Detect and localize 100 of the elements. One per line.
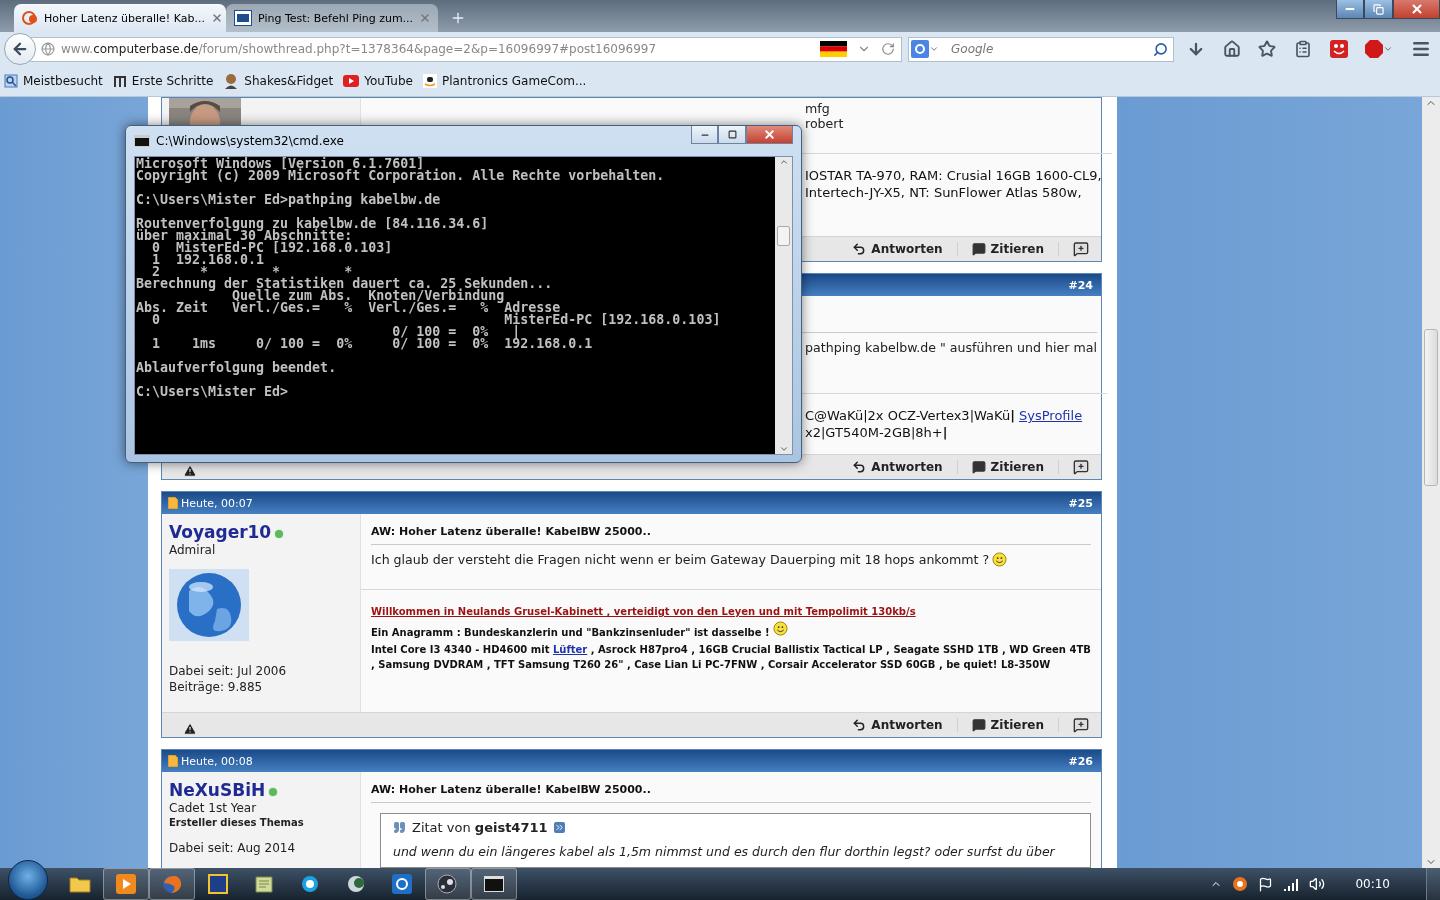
smiley-icon[interactable]: [1329, 40, 1348, 58]
jump-icon[interactable]: [553, 822, 565, 833]
notepad-icon: [254, 874, 274, 894]
download-icon[interactable]: [1187, 40, 1205, 58]
logo-icon: [234, 10, 252, 26]
taskbar-app[interactable]: [103, 868, 149, 900]
search-icon: [4, 74, 18, 88]
scroll-down-icon[interactable]: [778, 444, 789, 454]
quote-author: Zitat von geist4711: [412, 820, 548, 835]
bookmark-item[interactable]: YouTube: [343, 74, 413, 88]
close-icon: [1409, 2, 1424, 16]
signature-text[interactable]: Willkommen in Neulands Grusel-Kabinett , verteidigt von den Leyen und mit Tempolimit 130kb/s: [371, 604, 1091, 619]
multiquote-icon[interactable]: [1073, 241, 1089, 257]
maximize-button[interactable]: [718, 126, 746, 144]
new-tab-icon[interactable]: [450, 10, 466, 26]
post-date: Heute, 00:07: [181, 496, 253, 510]
back-button[interactable]: [4, 33, 36, 65]
play-icon: [343, 75, 360, 87]
post-count: Beiträge: 9.885: [169, 679, 264, 695]
home-icon[interactable]: [1222, 40, 1241, 58]
minimize-button[interactable]: [1336, 0, 1364, 19]
maximize-button[interactable]: [1364, 0, 1393, 19]
post-text: mfg: [805, 101, 830, 116]
close-button[interactable]: [1393, 0, 1440, 19]
bookmark-item[interactable]: Plantronics GameCom...: [422, 74, 587, 88]
username[interactable]: Voyager10: [169, 522, 272, 542]
post-text: robert: [805, 116, 844, 131]
url-field[interactable]: www.computerbase.de/forum/showthread.php?t=1378364&page=2&p=16096997#post16096997: [30, 36, 902, 62]
warning-icon[interactable]: [183, 722, 197, 736]
close-icon: [763, 128, 776, 141]
bars-icon: [112, 75, 127, 87]
browser-tab[interactable]: Ping Test: Befehl Ping zum...: [226, 4, 438, 32]
post-action[interactable]: Antworten: [838, 460, 958, 474]
caret-icon[interactable]: [929, 44, 939, 54]
show-desktop-button[interactable]: [1426, 868, 1440, 900]
post-number: #24: [1068, 278, 1093, 292]
quote-icon: [971, 718, 986, 732]
square-icon[interactable]: [911, 40, 929, 58]
post-date: Heute, 00:08: [181, 754, 253, 768]
multiquote-icon[interactable]: [1073, 459, 1089, 475]
start-button[interactable]: [8, 860, 48, 900]
scroll-up-icon[interactable]: [778, 157, 789, 167]
search-field[interactable]: Google: [908, 36, 1174, 62]
post-text: Ich glaub der versteht die Fragen nicht wenn er beim Gateway Dauerping mit 18 hops ankommt ?: [371, 552, 990, 567]
user-rank: Cadet 1st Year: [169, 800, 258, 816]
ring-icon: [392, 874, 412, 894]
document-icon: [168, 497, 178, 509]
signature-link[interactable]: Lüfter: [552, 644, 588, 655]
post-action[interactable]: Zitieren: [957, 242, 1059, 256]
restore-icon: [1373, 3, 1384, 15]
globe-icon: [162, 874, 182, 894]
logo-icon: [22, 10, 38, 26]
taskbar-app[interactable]: [425, 868, 471, 900]
warning-icon[interactable]: [183, 464, 197, 478]
post-title: AW: Hoher Latenz überalle! KabelBW 25000..: [371, 525, 652, 538]
post-number: #26: [1068, 754, 1093, 768]
volume-icon[interactable]: [1309, 876, 1326, 892]
search-icon[interactable]: [1153, 41, 1168, 57]
signature-text: x2|GT540M-2GB|8h+|: [805, 425, 948, 440]
disc-icon: [346, 874, 366, 894]
reload-icon[interactable]: [881, 42, 895, 56]
post-action[interactable]: Antworten: [838, 718, 958, 732]
square-icon: [208, 874, 228, 894]
reply-icon: [852, 242, 867, 256]
star-icon[interactable]: [1258, 40, 1277, 58]
scrollbar-thumb[interactable]: [1424, 329, 1438, 486]
console-output: Microsoft Windows [Version 6.1.7601] Copyright (c) 2009 Microsoft Corporation. Alle Rechte vorbehalten. C:\Users\Mister Ed>pathping kabelbw.de Routenverfolgung zu kabelbw.de [84.116.34.6] über maximal 30 Abschnitte: 0 MisterEd-PC [192.168.0.103] 1 192.168.0.1 2 * * * Berechnung der Statistiken dauert ca. 25 Sekunden... Quelle zum Abs. Knoten/Verbindung Abs. Zeit Verl./Ges.= % Verl./Ges.= % Adresse 0 MisterEd-PC [192.168.0.103] 0/ 100 = 0% | 1 1ms 0/ 100 = 0% 0/ 100 = 0% 192.168.0.1 Ablaufverfolgung beendet. C:\Users\Mister Ed>: [135, 157, 775, 454]
play-icon: [116, 874, 136, 894]
flag-icon[interactable]: [1258, 876, 1274, 892]
post-action[interactable]: Zitieren: [957, 460, 1059, 474]
signature-link[interactable]: SysProfile: [1019, 408, 1083, 423]
stop-sign-icon[interactable]: [1365, 40, 1384, 58]
close-icon[interactable]: [210, 12, 223, 24]
quote-text: und wenn du ein längeres kabel als 1,5m nimmst und es durch den flur dorthin legst? oder surfst du über: [393, 844, 1057, 859]
clock[interactable]: 00:10: [1355, 877, 1390, 891]
quote-icon: [971, 460, 986, 474]
bookmark-item[interactable]: Meistbesucht: [4, 74, 103, 88]
curve-icon: [422, 74, 437, 88]
reply-icon: [852, 460, 867, 474]
scrollbar-thumb[interactable]: [777, 225, 790, 246]
close-button[interactable]: [746, 126, 793, 144]
post-number: #25: [1068, 496, 1093, 510]
browser-tab[interactable]: Hoher Latenz überalle! Kab...: [14, 4, 226, 32]
caret-icon[interactable]: [1383, 44, 1394, 54]
menu-icon[interactable]: [1410, 39, 1431, 59]
back-icon: [11, 40, 29, 58]
taskbar-app[interactable]: [471, 868, 517, 900]
folder-icon: [69, 875, 91, 893]
post-action[interactable]: Antworten: [838, 242, 958, 256]
bookmark-item[interactable]: Erste Schritte: [112, 74, 214, 88]
signal-icon[interactable]: [1283, 877, 1300, 891]
signature-text: IOSTAR TA-970, RAM: Crusial 16GB 1600-CL9,: [805, 168, 1102, 183]
status-icon[interactable]: [1232, 876, 1249, 892]
globe-icon: [41, 42, 55, 56]
username[interactable]: NeXuSBiH: [169, 780, 266, 800]
multiquote-icon[interactable]: [1073, 717, 1089, 733]
list-icon[interactable]: [1293, 40, 1312, 58]
post-action[interactable]: Zitieren: [957, 718, 1059, 732]
reply-icon: [852, 718, 867, 732]
bookmark-item[interactable]: Shakes&Fidget: [223, 73, 334, 89]
